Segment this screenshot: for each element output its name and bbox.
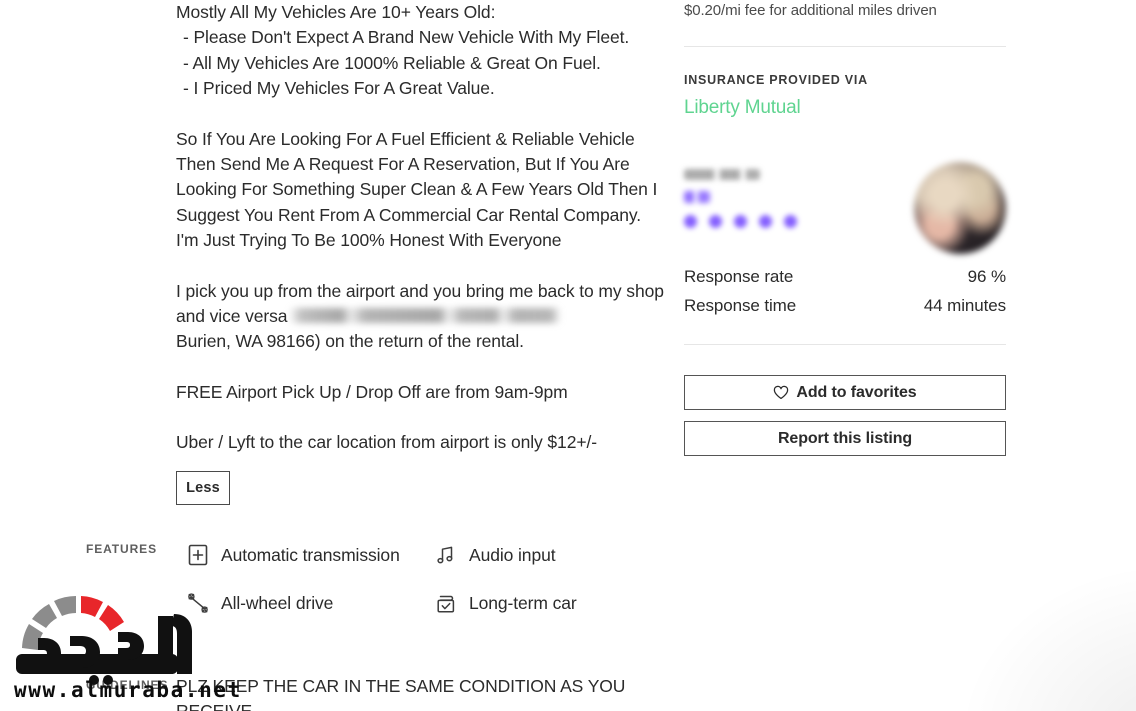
heart-icon [774, 385, 789, 400]
description-bullet-1: - Please Don't Expect A Brand New Vehicl… [183, 27, 630, 48]
stat-label: Response time [684, 296, 797, 315]
owner-rating-redacted [684, 191, 710, 203]
pickup-text-after: Burien, WA 98166) on the return of the r… [176, 331, 524, 352]
add-to-favorites-button[interactable]: Add to favorites [684, 375, 1006, 410]
report-listing-label: Report this listing [777, 429, 913, 447]
feature-audio-input: Audio input [434, 538, 606, 572]
mileage-fee-text: $0.20/mi fee for additional miles driven [684, 2, 937, 19]
sidebar-panel: $0.20/mi fee for additional miles driven… [684, 0, 1006, 456]
description-bullet-3: - I Priced My Vehicles For A Great Value… [183, 78, 495, 99]
report-listing-button[interactable]: Report this listing [684, 421, 1006, 456]
description-block-4: FREE Airport Pick Up / Drop Off are from… [176, 380, 666, 405]
feature-long-term-car: Long-term car [434, 586, 606, 620]
star-icon [684, 215, 697, 228]
owner-summary[interactable] [684, 157, 1006, 267]
description-block-5: Uber / Lyft to the car location from air… [176, 430, 666, 455]
feature-label: All-wheel drive [221, 592, 334, 613]
feature-label: Audio input [469, 544, 556, 565]
description-paragraph-4: FREE Airport Pick Up / Drop Off are from… [176, 381, 568, 402]
guidelines-text: PLZ KEEP THE CAR IN THE SAME CONDITION A… [176, 676, 626, 711]
description-paragraph-3: I pick you up from the airport and you b… [176, 279, 666, 355]
listing-detail-page: Mostly All My Vehicles Are 10+ Years Old… [0, 0, 1136, 711]
star-icon [734, 215, 747, 228]
feature-automatic-transmission: Automatic transmission [186, 538, 434, 572]
features-grid: Automatic transmission Audio input All-w… [186, 538, 606, 620]
description-column: Mostly All My Vehicles Are 10+ Years Old… [176, 0, 666, 456]
insurance-label: INSURANCE PROVIDED VIA [684, 73, 868, 87]
stat-value: 96 % [967, 267, 1006, 286]
long-term-car-icon [437, 595, 455, 613]
insurance-provider[interactable]: Liberty Mutual [684, 97, 1006, 119]
description-block-3: I pick you up from the airport and you b… [176, 279, 666, 355]
feature-label: Automatic transmission [221, 544, 400, 565]
features-label: FEATURES [86, 542, 157, 556]
automatic-transmission-icon [188, 544, 208, 566]
owner-avatar[interactable] [914, 162, 1006, 254]
description-paragraph-5: Uber / Lyft to the car location from air… [176, 432, 597, 453]
all-wheel-drive-icon [188, 593, 208, 613]
description-heading: Mostly All My Vehicles Are 10+ Years Old… [176, 2, 496, 22]
stat-value: 44 minutes [923, 296, 1006, 315]
feature-label: Long-term car [469, 592, 577, 613]
stat-response-rate: Response rate 96 % [684, 267, 1006, 287]
owner-star-rating [684, 215, 797, 228]
description-block-1: Mostly All My Vehicles Are 10+ Years Old… [176, 0, 666, 102]
owner-name-redacted [684, 169, 760, 180]
description-block-2: So If You Are Looking For A Fuel Efficie… [176, 127, 666, 254]
star-icon [709, 215, 722, 228]
feature-all-wheel-drive: All-wheel drive [186, 586, 434, 620]
less-button[interactable]: Less [176, 471, 230, 505]
add-to-favorites-label: Add to favorites [796, 383, 917, 401]
page-edge-shadow [956, 561, 1136, 711]
redacted-address-blur [289, 308, 562, 324]
audio-input-icon [437, 546, 453, 564]
description-paragraph-2: So If You Are Looking For A Fuel Efficie… [176, 128, 658, 251]
star-icon [759, 215, 772, 228]
stat-label: Response rate [684, 267, 794, 286]
stat-response-time: Response time 44 minutes [684, 296, 1006, 316]
watermark-url: www.almuraba.net [14, 678, 242, 702]
star-icon [784, 215, 797, 228]
description-bullet-2: - All My Vehicles Are 1000% Reliable & G… [183, 52, 601, 73]
